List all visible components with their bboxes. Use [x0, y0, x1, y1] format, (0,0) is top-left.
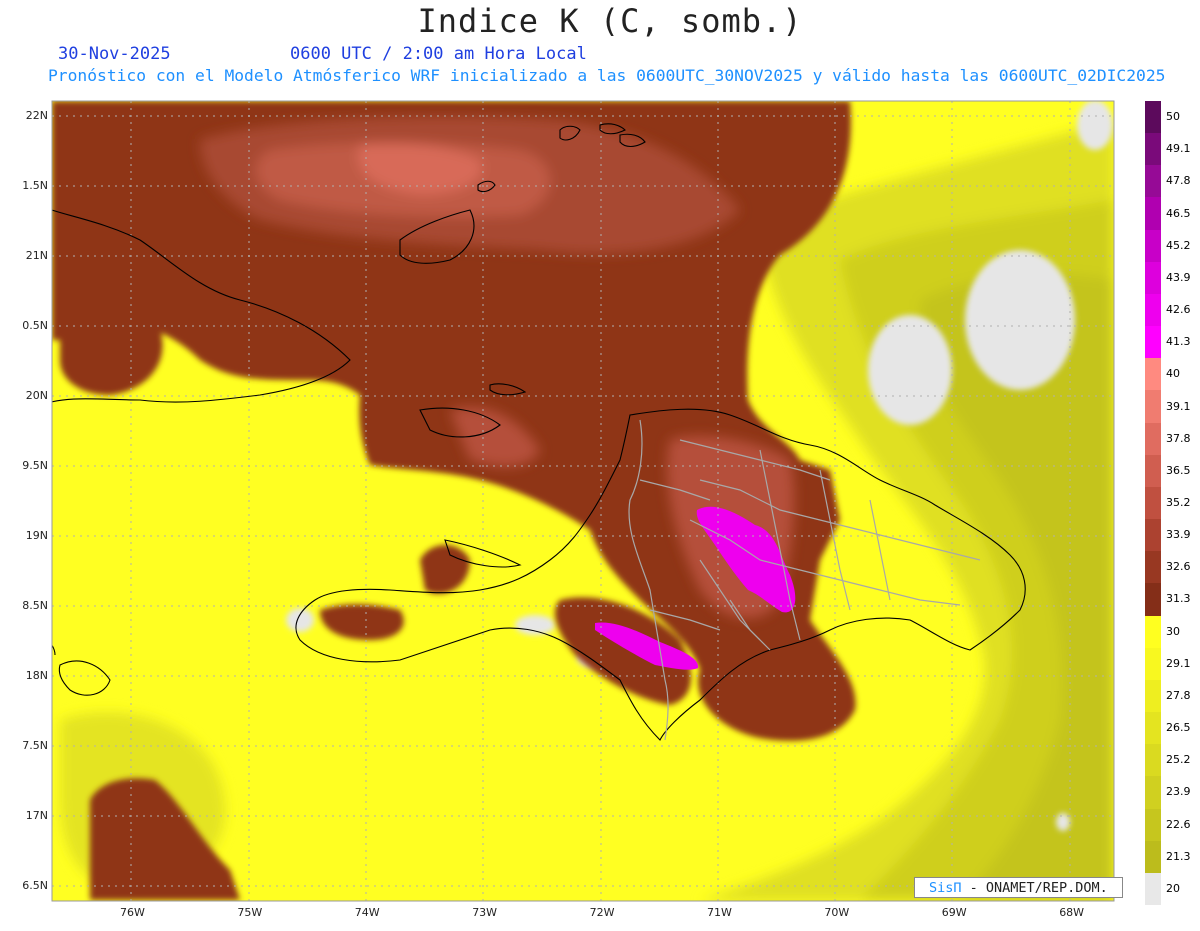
- latitude-label: 19N: [25, 529, 48, 542]
- colorbar-segment: [1145, 422, 1161, 456]
- colorbar-label: 42.6: [1166, 303, 1191, 317]
- colorbar-segment: [1145, 840, 1161, 874]
- longitude-label: 69W: [941, 906, 967, 919]
- colorbar-segment: [1145, 390, 1161, 424]
- latitude-label: 21N: [25, 249, 48, 262]
- colorbar-segment: [1145, 647, 1161, 681]
- colorbar-label: 37.8: [1166, 431, 1191, 445]
- colorbar-label: 27.8: [1166, 688, 1191, 702]
- latitude-label: 8.5N: [22, 599, 48, 612]
- latitude-label: 0.5N: [22, 319, 48, 332]
- colorbar-segment: [1145, 358, 1161, 391]
- colorbar-segment: [1145, 133, 1161, 166]
- colorbar-label: 50: [1166, 110, 1180, 124]
- sispi-logo: SisΠ: [929, 880, 962, 896]
- colorbar-segment: [1145, 615, 1161, 649]
- longitude-label: 76W: [120, 906, 145, 919]
- colorbar-label: 32.6: [1166, 560, 1191, 574]
- colorbar-segment: [1145, 519, 1161, 552]
- latitude-label: 1.5N: [22, 179, 48, 192]
- colorbar-label: 39.1: [1166, 399, 1191, 413]
- colorbar-segment: [1145, 261, 1161, 295]
- k-index-map: [51, 100, 1115, 902]
- colorbar-segment: [1145, 744, 1161, 777]
- colorbar-segment: [1145, 454, 1161, 488]
- longitude-label: 75W: [237, 906, 263, 919]
- colorbar-segment: [1145, 486, 1161, 520]
- colorbar-label: 25.2: [1166, 753, 1191, 767]
- map-area: [0, 0, 1200, 927]
- colorbar-segment: [1145, 776, 1161, 810]
- longitude-label: 71W: [707, 906, 732, 919]
- latitude-label: 22N: [25, 109, 48, 122]
- longitude-label: 72W: [589, 906, 615, 919]
- colorbar-segment: [1145, 165, 1161, 198]
- longitude-label: 74W: [354, 906, 380, 919]
- latitude-label: 20N: [25, 389, 48, 402]
- latitude-label: 9.5N: [22, 459, 48, 472]
- colorbar-label: 26.5: [1166, 721, 1191, 735]
- colorbar-segment: [1145, 872, 1161, 906]
- longitude-label: 73W: [472, 906, 498, 919]
- colorbar-label: 40: [1166, 367, 1180, 381]
- colorbar-label: 46.5: [1166, 206, 1191, 220]
- colorbar-label: 41.3: [1166, 335, 1191, 349]
- colorbar-label: 33.9: [1166, 528, 1191, 542]
- colorbar-segment: [1145, 583, 1161, 617]
- colorbar-segment: [1145, 712, 1161, 745]
- colorbar-label: 20: [1166, 881, 1180, 895]
- credit-box: SisΠ - ONAMET/REP.DOM.: [914, 877, 1123, 898]
- latitude-label: 17N: [25, 809, 48, 822]
- colorbar-label: 21.3: [1166, 849, 1191, 863]
- colorbar-segment: [1145, 679, 1161, 713]
- latitude-label: 7.5N: [22, 739, 48, 752]
- colorbar-segment: [1145, 326, 1161, 359]
- colorbar-segment: [1145, 197, 1161, 231]
- colorbar-segment: [1145, 229, 1161, 263]
- colorbar-label: 49.1: [1166, 142, 1191, 156]
- colorbar-label: 47.8: [1166, 174, 1191, 188]
- credit-text: - ONAMET/REP.DOM.: [961, 880, 1108, 896]
- latitude-label: 6.5N: [22, 879, 48, 892]
- latitude-label: 18N: [25, 669, 48, 682]
- longitude-label: 70W: [824, 906, 850, 919]
- colorbar-label: 30: [1166, 624, 1180, 638]
- colorbar: [1145, 101, 1161, 906]
- colorbar-segment: [1145, 551, 1161, 584]
- colorbar-label: 29.1: [1166, 656, 1191, 670]
- longitude-label: 68W: [1059, 906, 1085, 919]
- colorbar-label: 22.6: [1166, 817, 1191, 831]
- colorbar-label: 36.5: [1166, 463, 1191, 477]
- colorbar-label: 31.3: [1166, 592, 1191, 606]
- colorbar-label: 23.9: [1166, 785, 1191, 799]
- colorbar-label: 45.2: [1166, 238, 1191, 252]
- colorbar-label: 43.9: [1166, 270, 1191, 284]
- colorbar-segment: [1145, 101, 1161, 134]
- colorbar-label: 35.2: [1166, 496, 1191, 509]
- colorbar-segment: [1145, 808, 1161, 842]
- colorbar-segment: [1145, 293, 1161, 327]
